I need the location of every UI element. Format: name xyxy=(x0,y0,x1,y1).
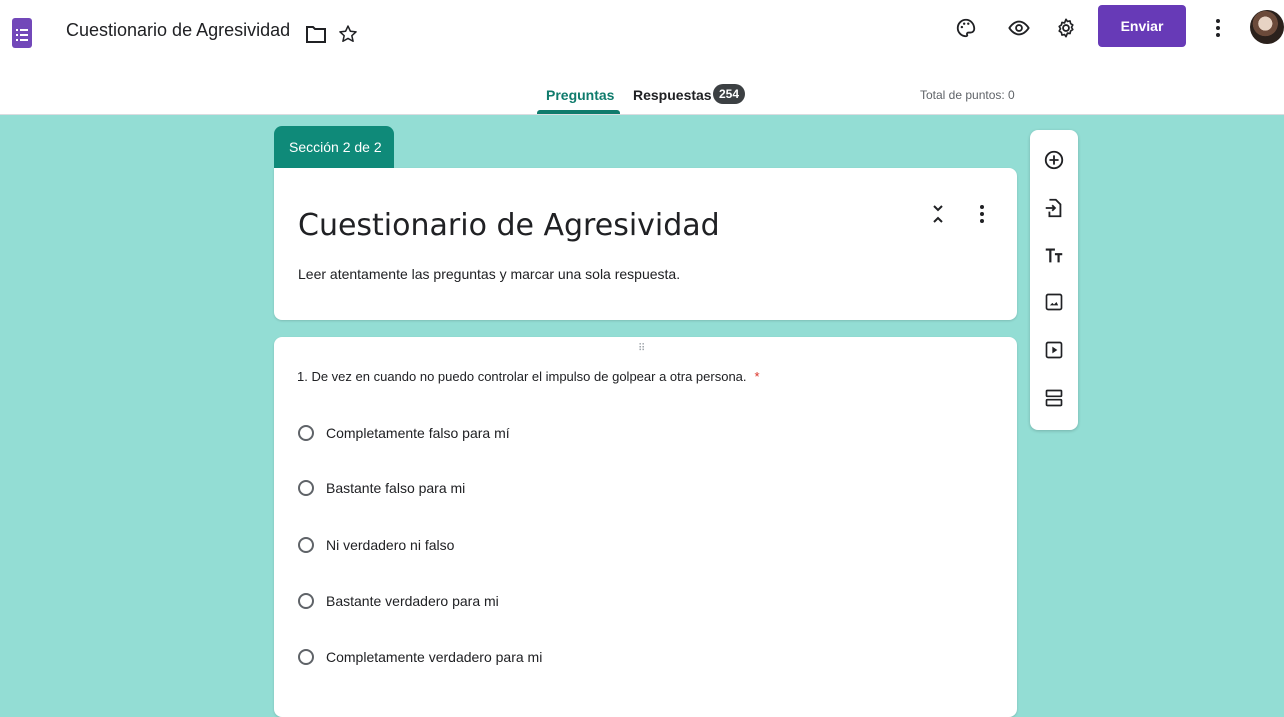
option-2[interactable]: Bastante falso para mi xyxy=(298,476,465,500)
section-description[interactable]: Leer atentamente las preguntas y marcar … xyxy=(298,266,680,282)
section-icon[interactable] xyxy=(1040,384,1068,412)
total-points: Total de puntos: 0 xyxy=(920,88,1015,102)
question-label: 1. De vez en cuando no puedo controlar e… xyxy=(297,369,747,384)
option-1[interactable]: Completamente falso para mí xyxy=(298,421,510,445)
section-more-icon[interactable] xyxy=(966,198,998,230)
image-icon[interactable] xyxy=(1040,288,1068,316)
import-questions-icon[interactable] xyxy=(1040,194,1068,222)
radio-button[interactable] xyxy=(298,593,314,609)
option-label: Ni verdadero ni falso xyxy=(326,537,455,553)
section-tab: Sección 2 de 2 xyxy=(274,126,394,168)
form-title[interactable]: Cuestionario de Agresividad xyxy=(66,20,290,41)
section-header-card[interactable]: Cuestionario de Agresividad Leer atentam… xyxy=(274,168,1017,320)
settings-icon[interactable] xyxy=(1050,12,1082,44)
video-icon[interactable] xyxy=(1040,336,1068,364)
radio-button[interactable] xyxy=(298,537,314,553)
option-5[interactable]: Completamente verdadero para mi xyxy=(298,645,542,669)
option-label: Bastante falso para mi xyxy=(326,480,466,496)
avatar[interactable] xyxy=(1250,10,1284,44)
eye-icon[interactable] xyxy=(1003,12,1035,44)
floating-toolbar xyxy=(1030,130,1078,430)
required-asterisk: * xyxy=(754,369,760,384)
folder-icon[interactable] xyxy=(300,18,332,50)
question-card[interactable]: ⠿ 1. De vez en cuando no puedo controlar… xyxy=(274,337,1017,717)
add-question-icon[interactable] xyxy=(1040,146,1068,174)
option-3[interactable]: Ni verdadero ni falso xyxy=(298,533,454,557)
option-4[interactable]: Bastante verdadero para mi xyxy=(298,589,499,613)
forms-logo-icon[interactable] xyxy=(12,18,32,48)
star-icon[interactable] xyxy=(332,18,364,50)
more-vert-icon[interactable] xyxy=(1202,12,1234,44)
radio-button[interactable] xyxy=(298,425,314,441)
section-title[interactable]: Cuestionario de Agresividad xyxy=(298,208,720,243)
radio-button[interactable] xyxy=(298,480,314,496)
tab-questions[interactable]: Preguntas xyxy=(546,87,614,103)
option-label: Completamente falso para mí xyxy=(326,425,510,441)
palette-icon[interactable] xyxy=(950,12,982,44)
top-bar: Cuestionario de Agresividad Enviar Pregu… xyxy=(0,0,1284,115)
collapse-icon[interactable] xyxy=(922,198,954,230)
send-button[interactable]: Enviar xyxy=(1098,5,1186,47)
responses-count-badge: 254 xyxy=(713,84,745,104)
drag-handle-icon[interactable]: ⠿ xyxy=(638,343,646,354)
option-label: Completamente verdadero para mi xyxy=(326,649,543,665)
tab-questions-underline xyxy=(537,110,620,114)
option-label: Bastante verdadero para mi xyxy=(326,593,499,609)
radio-button[interactable] xyxy=(298,649,314,665)
tab-responses[interactable]: Respuestas xyxy=(633,87,712,103)
question-text: 1. De vez en cuando no puedo controlar e… xyxy=(297,369,760,384)
title-text-icon[interactable] xyxy=(1040,242,1068,270)
